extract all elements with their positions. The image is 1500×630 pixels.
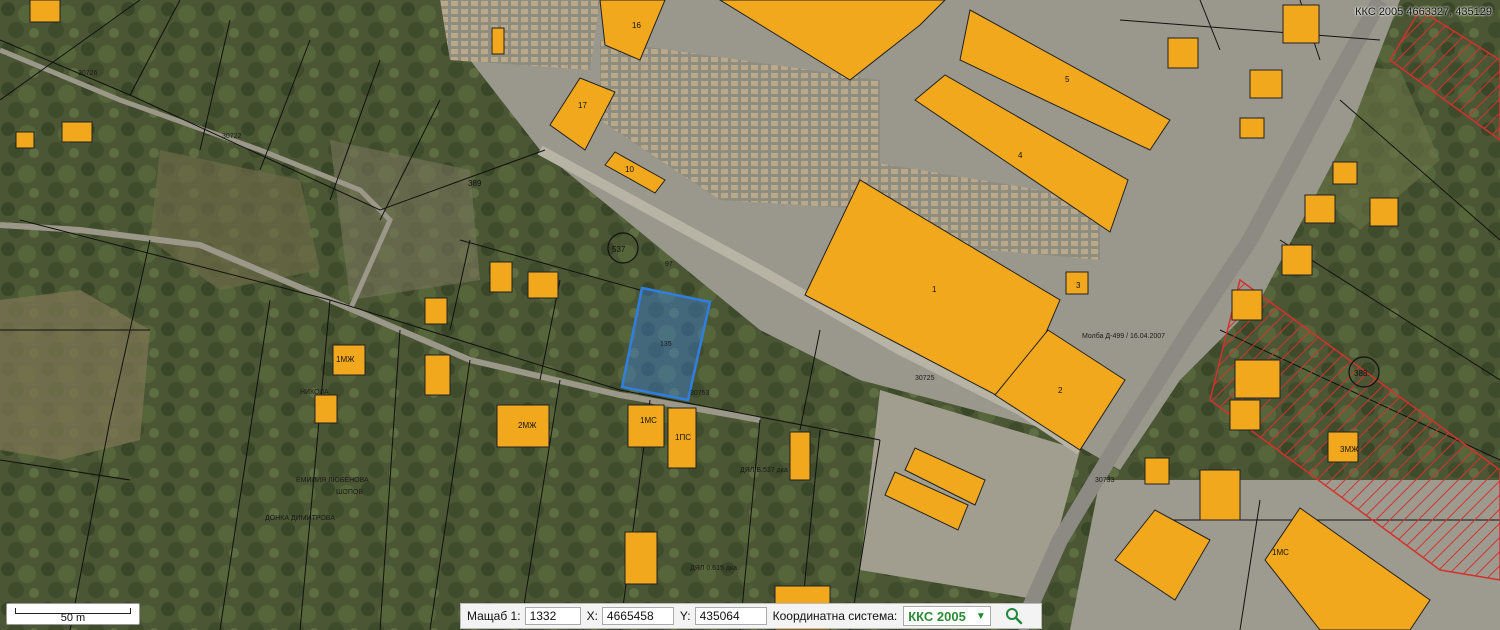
building-label: 1МС (640, 416, 657, 425)
plot-number: 135 (660, 341, 672, 348)
building-label: 1МС (1272, 548, 1289, 557)
building-label: 2 (1058, 386, 1063, 395)
plot-number: 389 (468, 179, 482, 188)
road-label: 30726 (78, 70, 98, 77)
building (15, 131, 35, 149)
building (424, 354, 451, 396)
building (1234, 359, 1281, 399)
road-label: 30733 (1095, 477, 1115, 484)
building-label: 1МЖ (336, 355, 355, 364)
building (491, 27, 505, 55)
building-label: 3МЖ (1340, 445, 1359, 454)
building (1249, 69, 1283, 99)
x-label: X: (586, 609, 598, 623)
map-annotation: ЕМИЛИЯ ЛЮБЕНОВА (296, 477, 369, 484)
building (489, 261, 513, 293)
building-label: 2МЖ (518, 421, 537, 430)
building (1304, 194, 1336, 224)
crs-select[interactable]: ККС 2005 ▼ (903, 606, 991, 626)
building-label: 1 (932, 285, 937, 294)
building (314, 394, 338, 424)
y-coordinate-input[interactable] (694, 607, 767, 625)
building (1332, 161, 1358, 185)
map-toolbar: Мащаб 1: X: Y: Координатна система: ККС … (460, 603, 1042, 629)
building (624, 531, 658, 585)
building (1282, 4, 1320, 44)
chevron-down-icon: ▼ (975, 610, 986, 622)
map-annotation: ДЯЛ 0.615 дка (690, 565, 737, 572)
building-label: 5 (1065, 75, 1070, 84)
building-label: 10 (625, 165, 634, 174)
building-label: 16 (632, 21, 641, 30)
search-icon (1005, 608, 1022, 625)
building-label: 3 (1076, 281, 1081, 290)
scale-label: Мащаб 1: (467, 609, 521, 623)
building-label: 1ПС (675, 433, 691, 442)
building-label: 17 (578, 101, 587, 110)
map-annotation: ДЯЛ В.537 дка (740, 467, 788, 474)
building (1239, 117, 1265, 139)
crs-value: ККС 2005 (908, 608, 966, 624)
storage-yard (440, 0, 600, 70)
x-coordinate-input[interactable] (601, 607, 674, 625)
building (527, 271, 559, 299)
building (1369, 197, 1399, 227)
building (627, 404, 665, 448)
building (1231, 289, 1263, 321)
plot-number: 537 (612, 245, 626, 254)
plot-number: 97 (665, 261, 673, 268)
building (424, 297, 448, 325)
scale-input[interactable] (524, 607, 581, 625)
y-label: Y: (679, 609, 691, 623)
map-annotation: ДОНКА ДИМИТРОВА (265, 515, 335, 522)
coordinates-display: ККС 2005 4663327, 435129 (1355, 6, 1492, 18)
crs-label: Координатна система: (772, 609, 898, 623)
building-label: 4 (1018, 151, 1023, 160)
map-annotation: ШОПОВ (336, 489, 363, 496)
building (1229, 399, 1261, 431)
map-annotation: Молба Д-499 / 16.04.2007 (1082, 332, 1165, 340)
scale-bar-label: 50 m (60, 612, 86, 624)
road-label: 30753 (690, 390, 710, 397)
building (1199, 469, 1241, 521)
building (61, 121, 93, 143)
search-button[interactable] (1001, 606, 1027, 626)
building (1281, 244, 1313, 276)
building (1144, 457, 1170, 485)
building (789, 431, 811, 481)
plot-number: 383 (1354, 369, 1368, 378)
building (1167, 37, 1199, 69)
building (29, 0, 61, 23)
map-annotation: НИКОЛА (300, 389, 329, 396)
road-label: 30725 (915, 375, 935, 382)
satellite-map[interactable]: 16 17 10 1 4 5 2 3 1МС 1МЖ 2МЖ 3МЖ 1МС 1… (0, 0, 1500, 630)
road-label: 30722 (222, 133, 242, 140)
scale-bar: 50 m (6, 603, 140, 625)
